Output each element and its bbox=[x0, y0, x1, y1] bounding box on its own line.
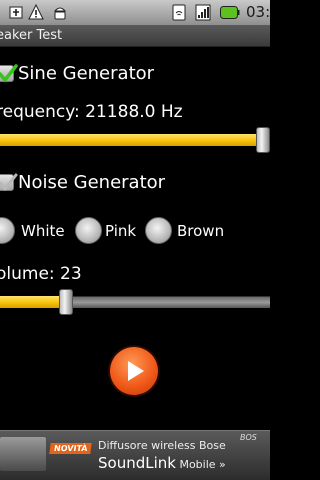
checkmark-icon bbox=[0, 173, 18, 191]
sine-generator-label: Sine Generator bbox=[18, 63, 155, 84]
signal-strength-icon bbox=[195, 4, 211, 21]
noise-generator-label: Noise Generator bbox=[18, 172, 166, 193]
play-icon bbox=[128, 361, 144, 381]
ad-product-subtitle: Mobile » bbox=[175, 458, 226, 471]
ad-headline: Diffusore wireless Bose bbox=[98, 439, 226, 452]
wifi-icon bbox=[172, 4, 186, 21]
radio-label-pink: Pink bbox=[105, 222, 137, 240]
ad-badge: NOVITÀ bbox=[49, 443, 93, 454]
volume-slider[interactable] bbox=[0, 289, 270, 315]
volume-slider-fill bbox=[0, 296, 66, 308]
frequency-slider-thumb[interactable] bbox=[256, 127, 270, 153]
radio-pink[interactable] bbox=[75, 217, 102, 244]
battery-icon bbox=[220, 6, 240, 19]
status-bar: 03: bbox=[0, 0, 270, 25]
radio-brown[interactable] bbox=[145, 217, 172, 244]
checkmark-icon bbox=[0, 64, 18, 82]
frequency-slider-fill bbox=[0, 134, 263, 146]
volume-slider-thumb[interactable] bbox=[59, 289, 73, 315]
frequency-slider[interactable] bbox=[0, 127, 270, 153]
sine-generator-checkbox[interactable] bbox=[0, 64, 18, 82]
radio-white[interactable] bbox=[0, 217, 15, 244]
noise-generator-checkbox[interactable] bbox=[0, 173, 18, 191]
clock: 03: bbox=[246, 3, 271, 21]
usb-icon bbox=[9, 6, 23, 19]
title-bar: eaker Test bbox=[0, 25, 270, 47]
frequency-readout: requency: 21188.0 Hz bbox=[0, 102, 183, 122]
android-debug-icon bbox=[53, 7, 67, 20]
ad-product-title: SoundLink bbox=[98, 454, 176, 472]
warning-icon bbox=[28, 4, 44, 20]
ad-product-name: SoundLink Mobile » bbox=[98, 453, 226, 472]
radio-label-white: White bbox=[21, 222, 65, 240]
ad-brand-logo: BOS bbox=[240, 433, 257, 442]
ad-product-image bbox=[0, 437, 46, 471]
app-title: eaker Test bbox=[0, 28, 63, 43]
ad-banner[interactable]: NOVITÀ Diffusore wireless Bose BOS Sound… bbox=[0, 430, 270, 480]
radio-label-brown: Brown bbox=[177, 222, 225, 240]
volume-readout: olume: 23 bbox=[0, 264, 82, 284]
play-button[interactable] bbox=[110, 347, 158, 395]
